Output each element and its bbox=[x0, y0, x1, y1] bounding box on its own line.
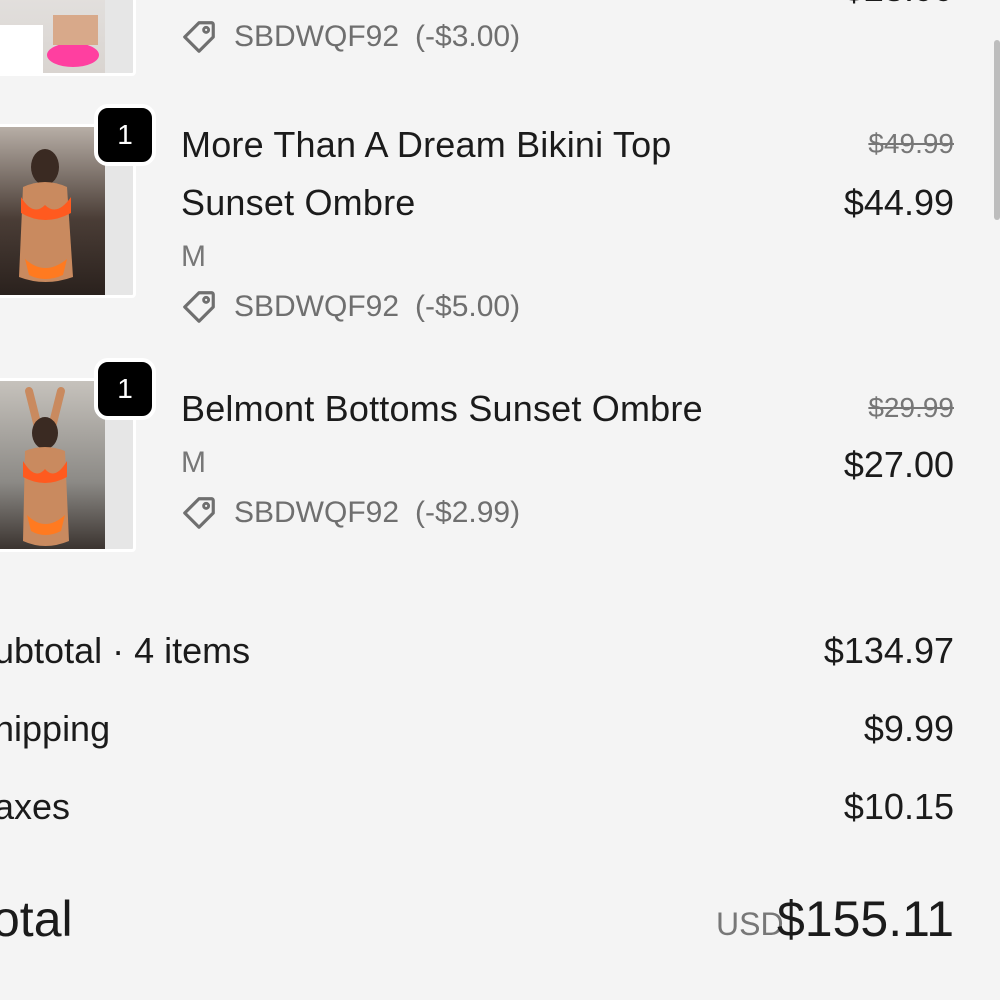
tag-icon bbox=[180, 494, 218, 532]
total-value: $155.11 bbox=[776, 891, 954, 947]
item-2-original-price: $29.99 bbox=[868, 392, 954, 423]
shipping-value: $9.99 bbox=[863, 708, 954, 749]
item-1-final-price: $44.99 bbox=[843, 182, 954, 223]
item-1-title-line1[interactable]: More Than A Dream Bikini Top bbox=[181, 124, 672, 166]
item-2-variant: M bbox=[181, 446, 206, 479]
order-summary-page: $28.99 SBDWQF92 (-$3.00) 1 More Than A D… bbox=[0, 0, 1000, 1000]
product-photo bbox=[0, 381, 105, 549]
discount-amount: (-$5.00) bbox=[415, 290, 521, 323]
product-photo bbox=[0, 0, 105, 73]
product-thumbnail-0[interactable] bbox=[0, 0, 136, 76]
shipping-label: hipping bbox=[0, 708, 111, 749]
item-0-price: $28.99 bbox=[844, 0, 954, 10]
subtotal-label: ubtotal · 4 items bbox=[0, 630, 251, 671]
item-1-discount: SBDWQF92 (-$5.00) bbox=[180, 288, 520, 326]
total-currency: USD bbox=[716, 906, 784, 942]
quantity-badge: 1 bbox=[94, 358, 156, 420]
item-1-variant: M bbox=[181, 240, 206, 273]
total-label: otal bbox=[0, 891, 73, 947]
item-2-discount: SBDWQF92 (-$2.99) bbox=[180, 494, 520, 532]
tag-icon bbox=[180, 288, 218, 326]
scrollbar[interactable] bbox=[994, 40, 1000, 220]
discount-code: SBDWQF92 bbox=[234, 290, 400, 323]
discount-code: SBDWQF92 bbox=[234, 496, 400, 529]
discount-code: SBDWQF92 bbox=[234, 20, 400, 53]
item-2-title[interactable]: Belmont Bottoms Sunset Ombre bbox=[181, 388, 703, 430]
discount-amount: (-$3.00) bbox=[415, 20, 521, 53]
discount-amount: (-$2.99) bbox=[415, 496, 521, 529]
product-photo bbox=[0, 127, 105, 295]
taxes-value: $10.15 bbox=[843, 786, 954, 827]
quantity-badge: 1 bbox=[94, 104, 156, 166]
item-2-final-price: $27.00 bbox=[843, 444, 954, 485]
item-1-original-price: $49.99 bbox=[868, 128, 954, 159]
tag-icon bbox=[180, 18, 218, 56]
taxes-label: axes bbox=[0, 786, 71, 827]
item-1-title-line2[interactable]: Sunset Ombre bbox=[181, 182, 416, 224]
item-0-discount: SBDWQF92 (-$3.00) bbox=[180, 18, 520, 56]
subtotal-value: $134.97 bbox=[823, 630, 954, 671]
